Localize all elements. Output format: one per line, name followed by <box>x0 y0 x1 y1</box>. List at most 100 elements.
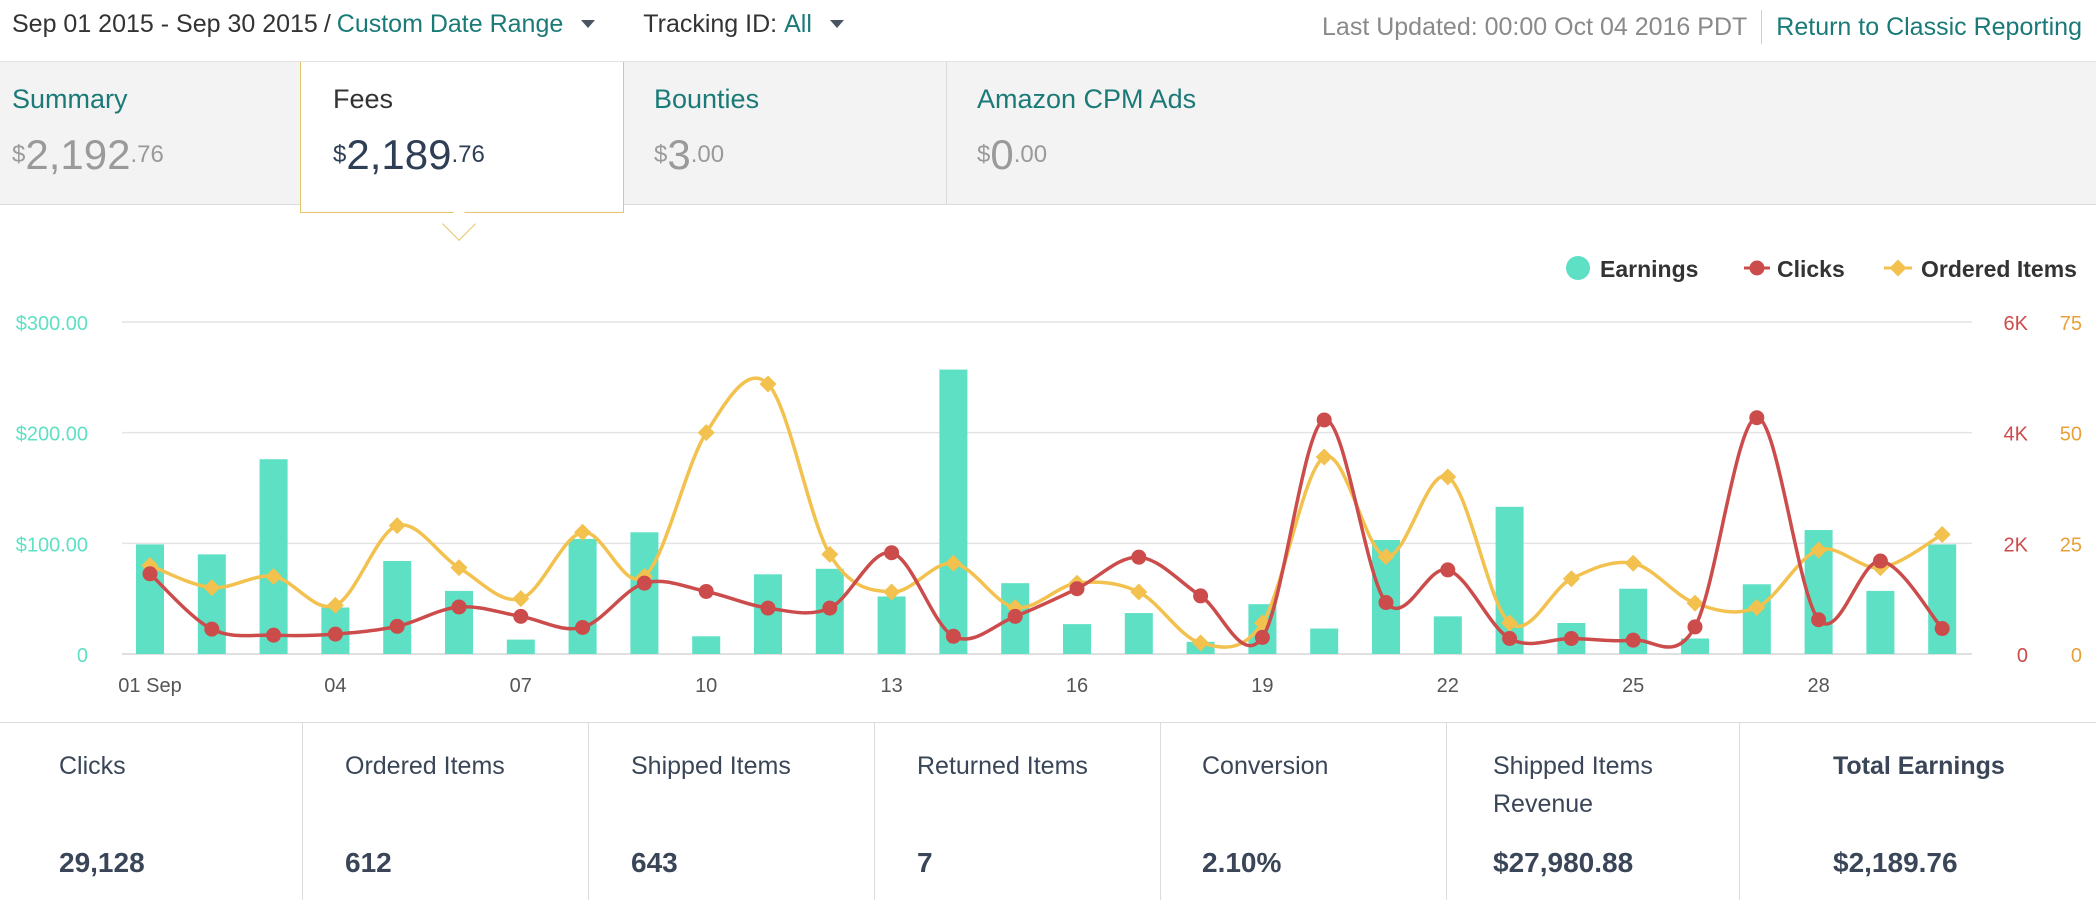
clicks-point <box>1316 412 1332 428</box>
clicks-point <box>575 619 591 635</box>
stat-value: $2,189.76 <box>1833 847 1958 878</box>
legend-earnings-label: Earnings <box>1600 256 1698 282</box>
y-tick-label-earnings: $300.00 <box>16 313 88 335</box>
currency-symbol: $ <box>654 141 668 168</box>
legend-ordered-items-marker <box>1889 259 1907 277</box>
date-range-text: Sep 01 2015 - Sep 30 2015 <box>12 10 318 38</box>
ordered-items-point <box>1130 583 1148 601</box>
legend-ordered-items-label: Ordered Items <box>1921 256 2077 282</box>
chevron-down-icon[interactable] <box>829 19 844 28</box>
y-tick-label-ordered-items: 50 <box>2060 424 2082 446</box>
date-range-separator: / <box>323 10 331 38</box>
stat-divider <box>1739 723 1740 900</box>
date-range-type[interactable]: Custom Date Range <box>337 10 564 39</box>
x-tick-label: 25 <box>1622 675 1644 697</box>
ordered-items-point <box>1624 554 1642 572</box>
stat-clicks: Clicks 29,128 <box>59 723 299 900</box>
clicks-point <box>945 628 961 644</box>
y-tick-label-clicks: 0 <box>2017 645 2028 667</box>
stat-divider <box>874 723 875 900</box>
tab-summary-label: Summary <box>12 84 128 114</box>
tracking-id-selector[interactable]: Tracking ID: All <box>643 10 844 39</box>
legend-clicks-marker <box>1749 260 1765 276</box>
clicks-point <box>1934 621 1950 637</box>
summary-stats: Clicks 29,128 Ordered Items 612 Shipped … <box>0 722 2096 900</box>
ordered-items-point <box>697 424 715 442</box>
stat-conversion: Conversion 2.10% <box>1202 723 1442 900</box>
x-tick-label: 19 <box>1251 675 1273 697</box>
tab-summary[interactable]: Summary $2,192.76 <box>0 62 300 204</box>
stat-shipped-items: Shipped Items 643 <box>631 723 871 900</box>
amount-cents: .00 <box>1013 141 1048 168</box>
stat-label: Total Earnings <box>1833 752 2005 780</box>
earnings-tabs: Summary $2,192.76 Fees $2,189.76 Bountie… <box>0 62 2096 213</box>
tab-amazon-cpm-ads[interactable]: Amazon CPM Ads $0.00 <box>947 62 1347 204</box>
tab-fees-label: Fees <box>333 84 394 114</box>
y-tick-label-ordered-items: 0 <box>2071 645 2082 667</box>
earnings-bar <box>1866 590 1895 654</box>
amount-whole: 0 <box>990 131 1014 178</box>
stat-value: 2.10% <box>1202 847 1282 878</box>
earnings-bar <box>506 639 535 654</box>
earnings-chart: 0 $100.00 $200.00 $300.00 0 2K 4K 6K 0 25 50 75 01 S… <box>16 256 2082 697</box>
clicks-point <box>1007 608 1023 624</box>
clicks-point <box>1378 595 1394 611</box>
stat-divider <box>1446 723 1447 900</box>
tab-summary-amount: $2,192.76 <box>12 133 300 177</box>
y-tick-label-earnings: $200.00 <box>16 424 88 446</box>
header-divider <box>1761 10 1763 44</box>
clicks-point <box>142 566 158 582</box>
earnings-bar <box>1928 544 1957 654</box>
x-tick-label: 28 <box>1807 675 1829 697</box>
stat-divider <box>1160 723 1161 900</box>
x-tick-label: 16 <box>1066 675 1088 697</box>
clicks-point <box>1193 588 1209 604</box>
clicks-point <box>884 545 900 561</box>
ordered-items-line <box>149 376 1944 649</box>
clicks-point <box>266 627 282 643</box>
date-range-selector[interactable]: Sep 01 2015 - Sep 30 2015 / Custom Date … <box>12 10 844 39</box>
clicks-point <box>1625 632 1641 648</box>
y-tick-label-clicks: 6K <box>2004 313 2029 335</box>
x-tick-label: 13 <box>880 675 902 697</box>
stat-label: Shipped Items Revenue <box>1493 752 1653 818</box>
chevron-down-icon[interactable] <box>581 19 596 28</box>
ordered-items-point <box>574 523 592 541</box>
earnings-bar <box>1742 584 1771 654</box>
tab-bounties-label: Bounties <box>654 84 760 114</box>
y-tick-label-ordered-items: 25 <box>2060 534 2082 556</box>
clicks-point <box>698 583 714 599</box>
earnings-bar <box>1310 628 1339 654</box>
x-tick-label: 04 <box>324 675 346 697</box>
clicks-point <box>451 599 467 615</box>
tab-fees[interactable]: Fees $2,189.76 <box>300 62 624 213</box>
earnings-bar <box>692 636 721 654</box>
legend-clicks-label: Clicks <box>1777 256 1845 282</box>
clicks-point <box>1811 612 1827 628</box>
clicks-point <box>1254 629 1270 645</box>
legend-earnings-marker <box>1566 256 1590 280</box>
earnings-bar <box>383 561 412 654</box>
earnings-bar <box>939 369 968 654</box>
earnings-bar <box>1433 616 1462 654</box>
y-tick-label-ordered-items: 75 <box>2060 313 2082 335</box>
amount-cents: .00 <box>690 141 725 168</box>
tab-bounties[interactable]: Bounties $3.00 <box>624 62 946 204</box>
tab-fees-amount: $2,189.76 <box>333 133 623 177</box>
stat-value: 612 <box>345 847 392 878</box>
amount-cents: .76 <box>451 141 485 168</box>
clicks-point <box>760 600 776 616</box>
y-tick-label-clicks: 4K <box>2004 424 2029 446</box>
tracking-id-value[interactable]: All <box>784 10 812 39</box>
currency-symbol: $ <box>333 141 347 168</box>
stat-shipped-items-revenue: Shipped Items Revenue $27,980.88 <box>1493 723 1733 900</box>
clicks-point <box>1749 410 1765 426</box>
stat-total-earnings: Total Earnings $2,189.76 <box>1833 723 2073 900</box>
stat-value: 7 <box>917 847 933 878</box>
x-tick-label: 07 <box>510 675 532 697</box>
classic-reporting-link[interactable]: Return to Classic Reporting <box>1776 13 2082 42</box>
earnings-bar <box>877 596 906 654</box>
ordered-items-point <box>512 590 530 608</box>
earnings-bar <box>259 459 288 654</box>
stat-value: 643 <box>631 847 678 878</box>
